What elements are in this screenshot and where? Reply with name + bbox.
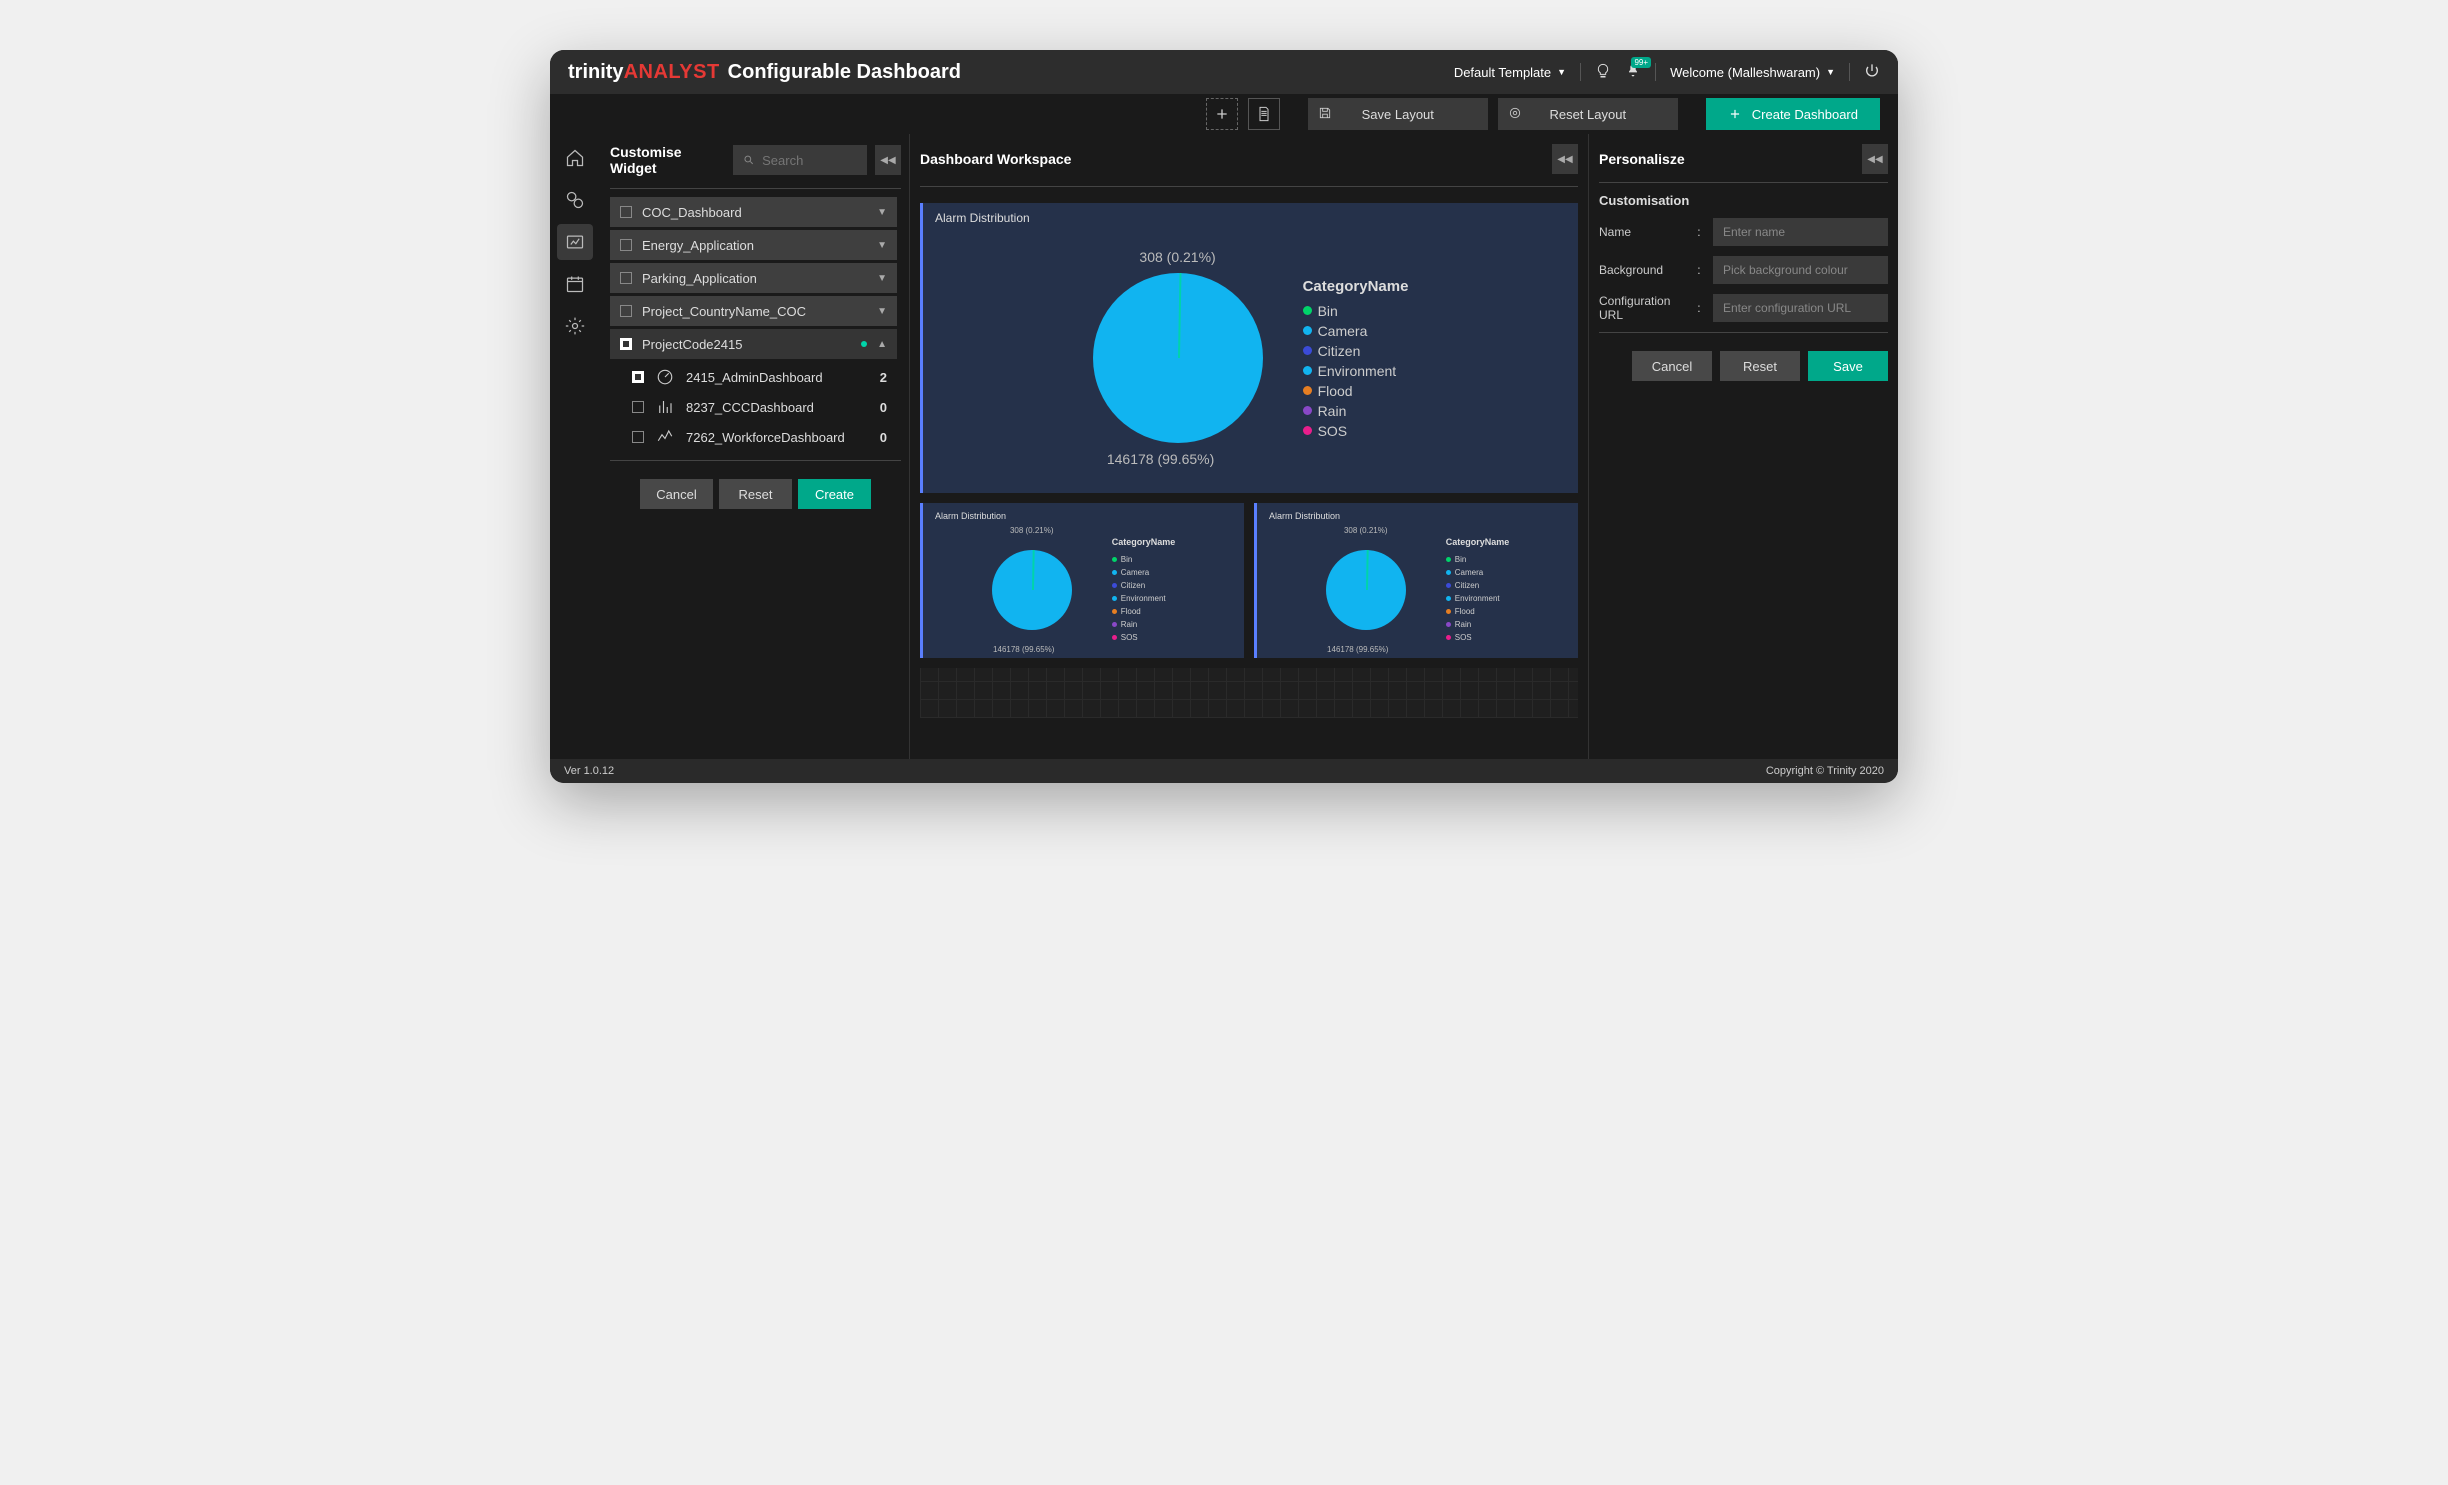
- legend-item: Rain: [1303, 403, 1409, 419]
- logo: trinityANALYST: [568, 61, 720, 84]
- bulb-icon[interactable]: [1595, 63, 1611, 82]
- legend-item: Citizen: [1446, 581, 1510, 590]
- workspace-title: Dashboard Workspace: [920, 151, 1228, 167]
- user-dropdown[interactable]: Welcome (Malleshwaram) ▼: [1670, 65, 1835, 80]
- tree-category[interactable]: Energy_Application▼: [610, 230, 897, 260]
- legend-item: Flood: [1112, 607, 1176, 616]
- pie-label-bottom: 146178 (99.65%): [1327, 645, 1388, 654]
- legend-item: Camera: [1112, 568, 1176, 577]
- copyright-label: Copyright © Trinity 2020: [1766, 765, 1884, 777]
- power-icon[interactable]: [1864, 63, 1880, 82]
- legend-item: Citizen: [1303, 343, 1409, 359]
- customisation-section-title: Customisation: [1599, 193, 1888, 208]
- legend-item: Bin: [1446, 555, 1510, 564]
- widget-search[interactable]: [733, 145, 868, 175]
- widget-create-button[interactable]: Create: [798, 479, 871, 509]
- add-widget-button[interactable]: [1206, 98, 1238, 130]
- legend-item: Citizen: [1112, 581, 1176, 590]
- nav-analytics[interactable]: [557, 182, 593, 218]
- legend-item: Camera: [1446, 568, 1510, 577]
- pie-label-bottom: 146178 (99.65%): [993, 645, 1054, 654]
- widget-title: Alarm Distribution: [935, 511, 1232, 521]
- chart-widget[interactable]: Alarm Distribution 308 (0.21%) 146178 (9…: [920, 203, 1578, 493]
- right-panel-title: Personalisze: [1599, 151, 1723, 167]
- pie-label-bottom: 146178 (99.65%): [1107, 451, 1214, 467]
- pie-label-top: 308 (0.21%): [1010, 526, 1054, 535]
- tree-sub-item[interactable]: 7262_WorkforceDashboard0: [622, 422, 897, 452]
- collapse-left-button[interactable]: ◀◀: [875, 145, 901, 175]
- workspace-grid[interactable]: [920, 668, 1578, 718]
- legend-item: Camera: [1303, 323, 1409, 339]
- tree-category[interactable]: Parking_Application▼: [610, 263, 897, 293]
- tree-category[interactable]: Project_CountryName_COC▼: [610, 296, 897, 326]
- legend-title: CategoryName: [1303, 278, 1409, 295]
- notification-count: 99+: [1631, 57, 1651, 68]
- page-title: Configurable Dashboard: [728, 61, 961, 84]
- tree-sub-item[interactable]: 2415_AdminDashboard2: [622, 362, 897, 392]
- left-panel-title: Customise Widget: [610, 144, 725, 176]
- background-label: Background: [1599, 263, 1697, 277]
- template-dropdown[interactable]: Default Template ▼: [1454, 65, 1566, 80]
- legend-item: SOS: [1112, 633, 1176, 642]
- pie-chart: [1326, 550, 1406, 630]
- personalize-save-button[interactable]: Save: [1808, 351, 1888, 381]
- reset-layout-button[interactable]: Reset Layout: [1498, 98, 1678, 130]
- legend-item: Bin: [1112, 555, 1176, 564]
- personalize-reset-button[interactable]: Reset: [1720, 351, 1800, 381]
- config-url-label: Configuration URL: [1599, 294, 1697, 322]
- doc-button[interactable]: [1248, 98, 1280, 130]
- config-url-input[interactable]: [1713, 294, 1888, 322]
- create-dashboard-button[interactable]: Create Dashboard: [1706, 98, 1880, 130]
- widget-title: Alarm Distribution: [1269, 511, 1566, 521]
- widget-reset-button[interactable]: Reset: [719, 479, 792, 509]
- tree-category[interactable]: COC_Dashboard▼: [610, 197, 897, 227]
- widget-title: Alarm Distribution: [935, 211, 1566, 225]
- tree-category[interactable]: ProjectCode2415▲: [610, 329, 897, 359]
- legend-item: Environment: [1303, 363, 1409, 379]
- nav-home[interactable]: [557, 140, 593, 176]
- collapse-center-button[interactable]: ◀◀: [1552, 144, 1578, 174]
- notification-icon[interactable]: 99+: [1625, 63, 1641, 82]
- version-label: Ver 1.0.12: [564, 765, 614, 777]
- search-input[interactable]: [762, 153, 857, 168]
- legend-item: Bin: [1303, 303, 1409, 319]
- chart-widget[interactable]: Alarm Distribution 308 (0.21%) 146178 (9…: [1254, 503, 1578, 658]
- legend-item: Environment: [1112, 594, 1176, 603]
- legend-item: Rain: [1112, 620, 1176, 629]
- nav-dashboard[interactable]: [557, 224, 593, 260]
- legend-title: CategoryName: [1446, 537, 1510, 547]
- tree-sub-item[interactable]: 8237_CCCDashboard0: [622, 392, 897, 422]
- legend-title: CategoryName: [1112, 537, 1176, 547]
- legend-item: SOS: [1303, 423, 1409, 439]
- nav-calendar[interactable]: [557, 266, 593, 302]
- legend-item: SOS: [1446, 633, 1510, 642]
- background-input[interactable]: [1713, 256, 1888, 284]
- legend-item: Flood: [1303, 383, 1409, 399]
- nav-settings[interactable]: [557, 308, 593, 344]
- pie-label-top: 308 (0.21%): [1344, 526, 1388, 535]
- personalize-cancel-button[interactable]: Cancel: [1632, 351, 1712, 381]
- legend-item: Environment: [1446, 594, 1510, 603]
- legend-item: Flood: [1446, 607, 1510, 616]
- pie-chart: [1093, 273, 1263, 443]
- name-label: Name: [1599, 225, 1697, 239]
- pie-chart: [992, 550, 1072, 630]
- widget-cancel-button[interactable]: Cancel: [640, 479, 713, 509]
- legend-item: Rain: [1446, 620, 1510, 629]
- chart-widget[interactable]: Alarm Distribution 308 (0.21%) 146178 (9…: [920, 503, 1244, 658]
- pie-label-top: 308 (0.21%): [1139, 249, 1215, 265]
- save-layout-button[interactable]: Save Layout: [1308, 98, 1488, 130]
- name-input[interactable]: [1713, 218, 1888, 246]
- collapse-right-button[interactable]: ◀◀: [1862, 144, 1888, 174]
